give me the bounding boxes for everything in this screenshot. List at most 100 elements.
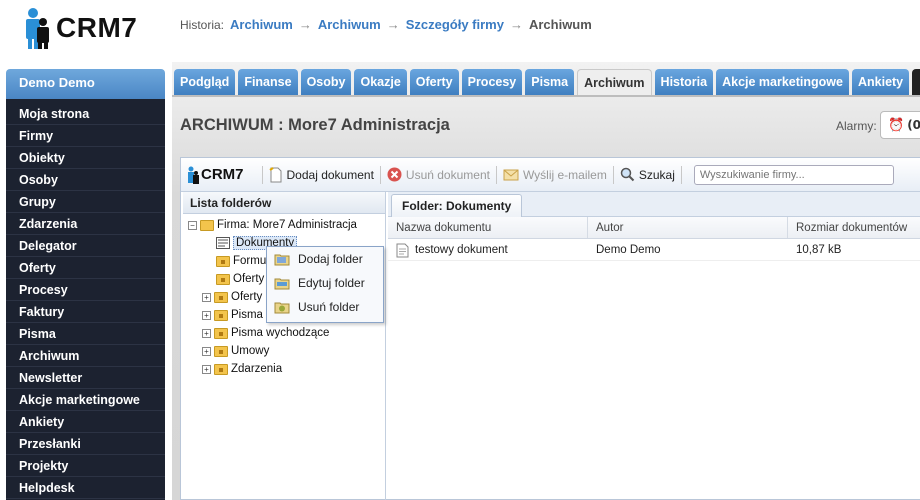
tab-oferty[interactable]: Oferty <box>409 69 459 95</box>
table-row[interactable]: testowy dokument Demo Demo 10,87 kB <box>388 239 920 261</box>
breadcrumb-arrow: → <box>298 17 312 32</box>
sidebar-item-firmy[interactable]: Firmy <box>6 125 165 147</box>
send-email-button[interactable]: Wyślij e-mailem <box>503 168 607 182</box>
alarms-button[interactable]: ⏰ (0 <box>880 111 920 139</box>
locked-folder-icon <box>214 309 228 321</box>
document-name: testowy dokument <box>415 244 508 256</box>
locked-folder-icon <box>214 363 228 375</box>
tree-item-label: Zdarzenia <box>231 363 283 375</box>
more-tabs-dropdown-icon[interactable]: ▼ <box>912 69 920 95</box>
search-label: Szukaj <box>638 167 675 182</box>
tree-item-pisma-wychodzace[interactable]: + Pisma wychodzące <box>202 324 329 342</box>
breadcrumb-current: Archiwum <box>528 17 592 32</box>
sidebar-item-delegator[interactable]: Delegator <box>6 235 165 257</box>
tree-item-zdarzenia[interactable]: + Zdarzenia <box>202 360 282 378</box>
sidebar-item-osoby[interactable]: Osoby <box>6 169 165 191</box>
sidebar: Demo Demo Moja strona Firmy Obiekty Osob… <box>6 69 165 500</box>
sidebar-item-projekty[interactable]: Projekty <box>6 455 165 477</box>
tab-folder-dokumenty[interactable]: Folder: Dokumenty <box>391 194 523 217</box>
menu-item-delete-folder[interactable]: Usuń folder <box>267 295 383 319</box>
delete-document-button[interactable]: Usuń dokument <box>387 167 490 182</box>
tab-finanse[interactable]: Finanse <box>238 69 298 95</box>
sidebar-item-zdarzenia[interactable]: Zdarzenia <box>6 213 165 235</box>
tab-akcje-marketingowe[interactable]: Akcje marketingowe <box>716 69 849 95</box>
crm7-logo[interactable]: CRM7 <box>24 6 137 50</box>
toolbar-separator <box>379 165 381 184</box>
breadcrumb-link-archiwum-1[interactable]: Archiwum <box>230 17 293 32</box>
tab-pisma[interactable]: Pisma <box>525 69 575 95</box>
locked-folder-icon <box>214 291 228 303</box>
expand-icon[interactable]: + <box>202 346 211 356</box>
sidebar-item-oferty[interactable]: Oferty <box>6 257 165 279</box>
tab-podglad[interactable]: Podgląd <box>174 69 236 95</box>
sidebar-item-grupy[interactable]: Grupy <box>6 191 165 213</box>
column-header-name[interactable]: Nazwa dokumentu <box>388 217 588 238</box>
sidebar-item-archiwum[interactable]: Archiwum <box>6 345 165 367</box>
toolbar-separator <box>261 165 263 184</box>
sidebar-item-newsletter[interactable]: Newsletter <box>6 367 165 389</box>
tree-item-label: Umowy <box>231 345 270 357</box>
tree-item-oferty-2[interactable]: + Oferty <box>202 288 262 306</box>
expand-icon[interactable]: + <box>202 292 211 302</box>
breadcrumb-link-archiwum-2[interactable]: Archiwum <box>318 17 381 32</box>
tree-item-formul[interactable]: Formul <box>216 252 269 270</box>
tab-okazje[interactable]: Okazje <box>354 69 407 95</box>
tab-archiwum[interactable]: Archiwum <box>577 69 652 97</box>
add-document-button[interactable]: Dodaj dokument <box>268 166 374 183</box>
user-name[interactable]: Demo Demo <box>6 69 165 99</box>
expand-icon[interactable]: + <box>202 364 211 374</box>
toolbar-separator <box>680 165 682 184</box>
delete-folder-icon <box>274 302 290 314</box>
menu-item-edit-folder[interactable]: Edytuj folder <box>267 271 383 295</box>
alarms-label: Alarmy: <box>836 119 877 133</box>
email-icon <box>503 169 519 181</box>
toolbar-logo-icon <box>188 166 199 184</box>
sidebar-item-pisma[interactable]: Pisma <box>6 323 165 345</box>
breadcrumb-link-szczegoly-firmy[interactable]: Szczegóły firmy <box>406 17 504 32</box>
column-header-size[interactable]: Rozmiar dokumentów <box>788 217 920 238</box>
page-title: ARCHIWUM : More7 Administracja <box>180 116 450 134</box>
tree-item-pisma[interactable]: + Pisma <box>202 306 263 324</box>
document-list-icon <box>216 237 230 249</box>
sidebar-item-helpdesk[interactable]: Helpdesk <box>6 477 165 499</box>
edit-folder-icon <box>274 278 290 290</box>
tab-procesy[interactable]: Procesy <box>461 69 523 95</box>
sidebar-menu: Moja strona Firmy Obiekty Osoby Grupy Zd… <box>6 99 165 500</box>
tree-root-row[interactable]: − Firma: More7 Administracja <box>188 216 357 234</box>
sidebar-item-przeslanki[interactable]: Przesłanki <box>6 433 165 455</box>
sidebar-item-procesy[interactable]: Procesy <box>6 279 165 301</box>
column-header-author[interactable]: Autor <box>588 217 788 238</box>
search-button[interactable]: Szukaj <box>620 167 675 182</box>
folder-context-menu: Dodaj folder Edytuj folder Usuń folder <box>266 246 384 323</box>
collapse-icon[interactable]: − <box>188 220 197 230</box>
locked-folder-icon <box>216 273 230 285</box>
folder-tab-bar: Folder: Dokumenty <box>388 192 920 217</box>
expand-icon[interactable]: + <box>202 310 211 320</box>
sidebar-item-obiekty[interactable]: Obiekty <box>6 147 165 169</box>
tab-ankiety[interactable]: Ankiety <box>851 69 910 95</box>
tree-item-label: Pisma wychodzące <box>231 327 330 339</box>
tree-item-oferty[interactable]: Oferty <box>216 270 264 288</box>
logo-people-icon <box>24 6 50 50</box>
new-document-icon <box>268 166 282 182</box>
toolbar-logo-text: CRM7 <box>201 166 244 183</box>
menu-item-add-folder[interactable]: Dodaj folder <box>267 247 383 271</box>
documents-pane: Folder: Dokumenty Nazwa dokumentu Autor … <box>388 192 920 500</box>
tab-historia[interactable]: Historia <box>654 69 714 95</box>
tab-osoby[interactable]: Osoby <box>300 69 352 95</box>
tree-item-label: Pisma <box>231 309 263 321</box>
locked-folder-icon <box>216 255 230 267</box>
breadcrumb-label: Historia: <box>180 17 225 32</box>
document-size: 10,87 kB <box>796 244 842 256</box>
archive-panel: CRM7 Dodaj dokument Usuń dokument Wyślij <box>180 157 920 500</box>
expand-icon[interactable]: + <box>202 328 211 338</box>
company-search-input[interactable] <box>693 164 894 185</box>
sidebar-item-faktury[interactable]: Faktury <box>6 301 165 323</box>
sidebar-item-ankiety[interactable]: Ankiety <box>6 411 165 433</box>
sidebar-item-akcje-marketingowe[interactable]: Akcje marketingowe <box>6 389 165 411</box>
tree-item-umowy[interactable]: + Umowy <box>202 342 269 360</box>
delete-icon <box>387 167 402 182</box>
toolbar-logo: CRM7 <box>187 166 244 184</box>
sidebar-item-moja-strona[interactable]: Moja strona <box>6 103 165 125</box>
tree-item-label: Oferty <box>231 291 263 303</box>
